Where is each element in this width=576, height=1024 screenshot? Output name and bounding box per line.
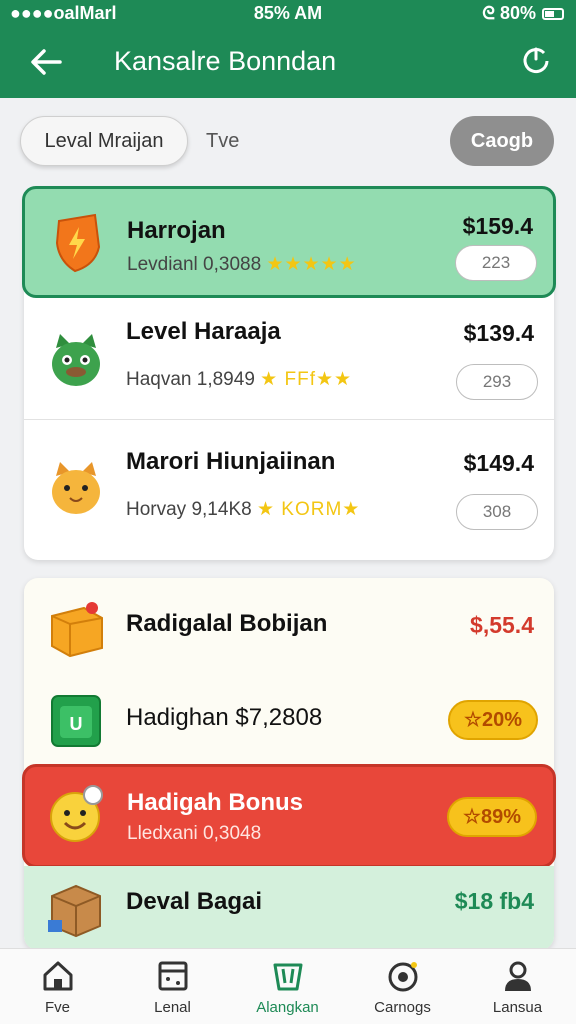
item-name: Level Haraaja [126, 318, 281, 345]
back-arrow-icon[interactable] [26, 42, 66, 82]
item-subtitle: Levdianl 0,3088 ★★★★★ [127, 253, 357, 276]
list-item[interactable]: Marori Hiunjaiinan Horvay 9,14K8 ★ KORM★… [24, 438, 554, 550]
green-cat-icon [52, 334, 100, 386]
item-name: Radigalal Bobijan [126, 610, 328, 637]
bonus-item[interactable]: Hadigah Bonus Lledxani 0,3048 ☆89% [22, 764, 556, 868]
svg-text:U: U [70, 714, 83, 734]
nav-label: Fve [44, 999, 70, 1016]
item-price: $149.4 [463, 450, 534, 476]
offers-card: Harrojan Levdianl 0,3088 ★★★★★ $159.4 22… [22, 186, 556, 560]
rating-stars: ★★★★★ [266, 254, 357, 275]
rating-stars: ★ KORM★ [256, 499, 361, 520]
bonus-chip[interactable]: ☆89% [447, 797, 537, 837]
discount-chip[interactable]: ☆20% [448, 700, 538, 740]
smiley-badge-icon [50, 785, 103, 842]
item-chip[interactable]: 223 [455, 245, 537, 281]
shield-bolt-icon [55, 213, 101, 273]
item-subtitle-text: Haqvan 1,8949 [126, 369, 255, 390]
item-chip[interactable]: 293 [456, 364, 538, 400]
app-bar: Kansalre Bonndan [0, 28, 576, 98]
profile-icon [504, 961, 531, 991]
item-chip[interactable]: 308 [456, 494, 538, 530]
bag-icon [273, 963, 302, 991]
gift-box-icon [51, 602, 103, 658]
item-name: Hadighan $7,2808 [126, 704, 323, 731]
battery-text: ᘓ 80% [482, 3, 536, 23]
item-name: Marori Hiunjaiinan [126, 448, 336, 475]
target-icon [388, 962, 417, 992]
item-price: $139.4 [463, 320, 534, 346]
item-price: $18 fb4 [454, 888, 534, 914]
item-price: $,55.4 [470, 612, 534, 638]
nav-alangkan[interactable]: Alangkan [230, 959, 345, 1016]
home-icon [43, 961, 72, 991]
nav-label: Lenal [154, 999, 191, 1016]
nav-profile[interactable]: Lansua [460, 959, 575, 1016]
item-subtitle: Lledxani 0,3048 [127, 823, 262, 844]
item-subtitle: Haqvan 1,8949 ★ FFf★★ [126, 368, 352, 391]
nav-carnogs[interactable]: Carnogs [345, 959, 460, 1016]
list-item[interactable]: Harrojan Levdianl 0,3088 ★★★★★ $159.4 22… [22, 186, 556, 298]
status-right: ᘓ 80% [482, 3, 564, 24]
status-bar: ●●●●oalMarl 85% AM ᘓ 80% [0, 0, 576, 28]
nav-home[interactable]: Fve [0, 959, 115, 1016]
page-title: Kansalre Bonndan [114, 46, 337, 76]
category-button[interactable]: Caogb [450, 116, 554, 166]
item-name: Hadigah Bonus [127, 789, 304, 816]
secondary-tab[interactable]: Tve [206, 130, 239, 153]
calendar-icon [158, 961, 187, 991]
list-item[interactable]: U Hadighan $7,2808 ☆20% [24, 678, 554, 768]
cardboard-box-icon [48, 884, 101, 938]
refresh-icon[interactable] [520, 44, 552, 76]
nav-label: Alangkan [256, 999, 319, 1016]
rating-stars: ★ FFf★★ [260, 369, 353, 390]
item-subtitle: Horvay 9,14K8 ★ KORM★ [126, 498, 360, 521]
orange-cat-icon [52, 462, 100, 514]
filter-row: Leval Mraijan Tve Caogb [0, 110, 576, 174]
list-item[interactable]: Radigalal Bobijan $,55.4 [24, 590, 554, 686]
bonus-card: Radigalal Bobijan $,55.4 U Hadighan $7,2… [22, 578, 556, 950]
battery-icon [542, 7, 564, 20]
green-cash-icon: U [51, 695, 101, 747]
nav-level[interactable]: Lenal [115, 959, 230, 1016]
nav-label: Carnogs [374, 999, 431, 1016]
item-price: $159.4 [462, 213, 533, 239]
list-item[interactable]: Deval Bagai $18 fb4 [24, 866, 554, 950]
item-name: Deval Bagai [126, 888, 263, 915]
item-subtitle-text: Horvay 9,14K8 [126, 499, 252, 520]
item-name: Harrojan [127, 217, 226, 244]
nav-label: Lansua [492, 999, 543, 1016]
level-filter-pill[interactable]: Leval Mraijan [20, 116, 188, 166]
bottom-navigation: Fve Lenal Alangkan Carnogs Lansua [0, 948, 576, 1024]
list-item[interactable]: Level Haraaja Haqvan 1,8949 ★ FFf★★ $139… [24, 308, 554, 420]
item-subtitle-text: Levdianl 0,3088 [127, 254, 262, 275]
